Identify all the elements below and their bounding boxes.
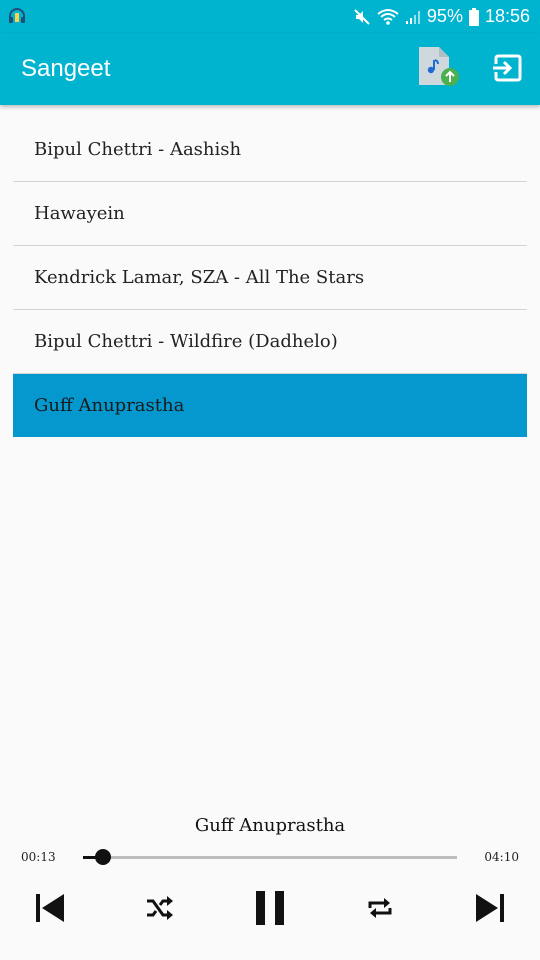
upload-music-button[interactable] <box>413 43 463 93</box>
shuffle-button[interactable] <box>136 886 184 934</box>
repeat-icon <box>367 895 393 925</box>
total-time: 04:10 <box>484 850 519 864</box>
shuffle-icon <box>146 896 174 924</box>
seek-bar-thumb[interactable] <box>95 849 112 865</box>
song-list-item[interactable]: Bipul Chettri - Aashish <box>13 118 527 182</box>
battery-percent: 95% <box>426 6 463 26</box>
battery-icon <box>468 7 479 26</box>
song-list-item[interactable]: Kendrick Lamar, SZA - All The Stars <box>13 246 527 310</box>
app-bar: Sangeet <box>0 33 540 105</box>
song-list: Bipul Chettri - Aashish Hawayein Kendric… <box>13 118 527 437</box>
exit-icon <box>490 54 526 91</box>
app-title: Sangeet <box>21 55 111 82</box>
repeat-button[interactable] <box>356 886 404 934</box>
next-button[interactable] <box>466 886 514 934</box>
now-playing-title: Guff Anuprastha <box>194 815 346 836</box>
pause-button[interactable] <box>246 886 294 934</box>
status-bar: 95% 18:56 <box>0 0 540 33</box>
exit-button[interactable] <box>490 51 526 87</box>
skip-previous-icon <box>34 892 66 928</box>
song-list-item[interactable]: Hawayein <box>13 182 527 246</box>
headphones-notification-icon <box>7 7 27 25</box>
signal-icon <box>405 9 421 25</box>
upload-music-icon <box>413 47 463 97</box>
mute-icon <box>353 8 371 26</box>
clock: 18:56 <box>484 6 530 26</box>
pause-icon <box>254 890 286 930</box>
current-time: 00:13 <box>21 850 56 864</box>
previous-button[interactable] <box>26 886 74 934</box>
skip-next-icon <box>474 892 506 928</box>
seek-bar[interactable] <box>83 849 457 865</box>
song-list-item-selected[interactable]: Guff Anuprastha <box>13 374 527 437</box>
wifi-icon <box>377 8 399 26</box>
song-list-item[interactable]: Bipul Chettri - Wildfire (Dadhelo) <box>13 310 527 374</box>
